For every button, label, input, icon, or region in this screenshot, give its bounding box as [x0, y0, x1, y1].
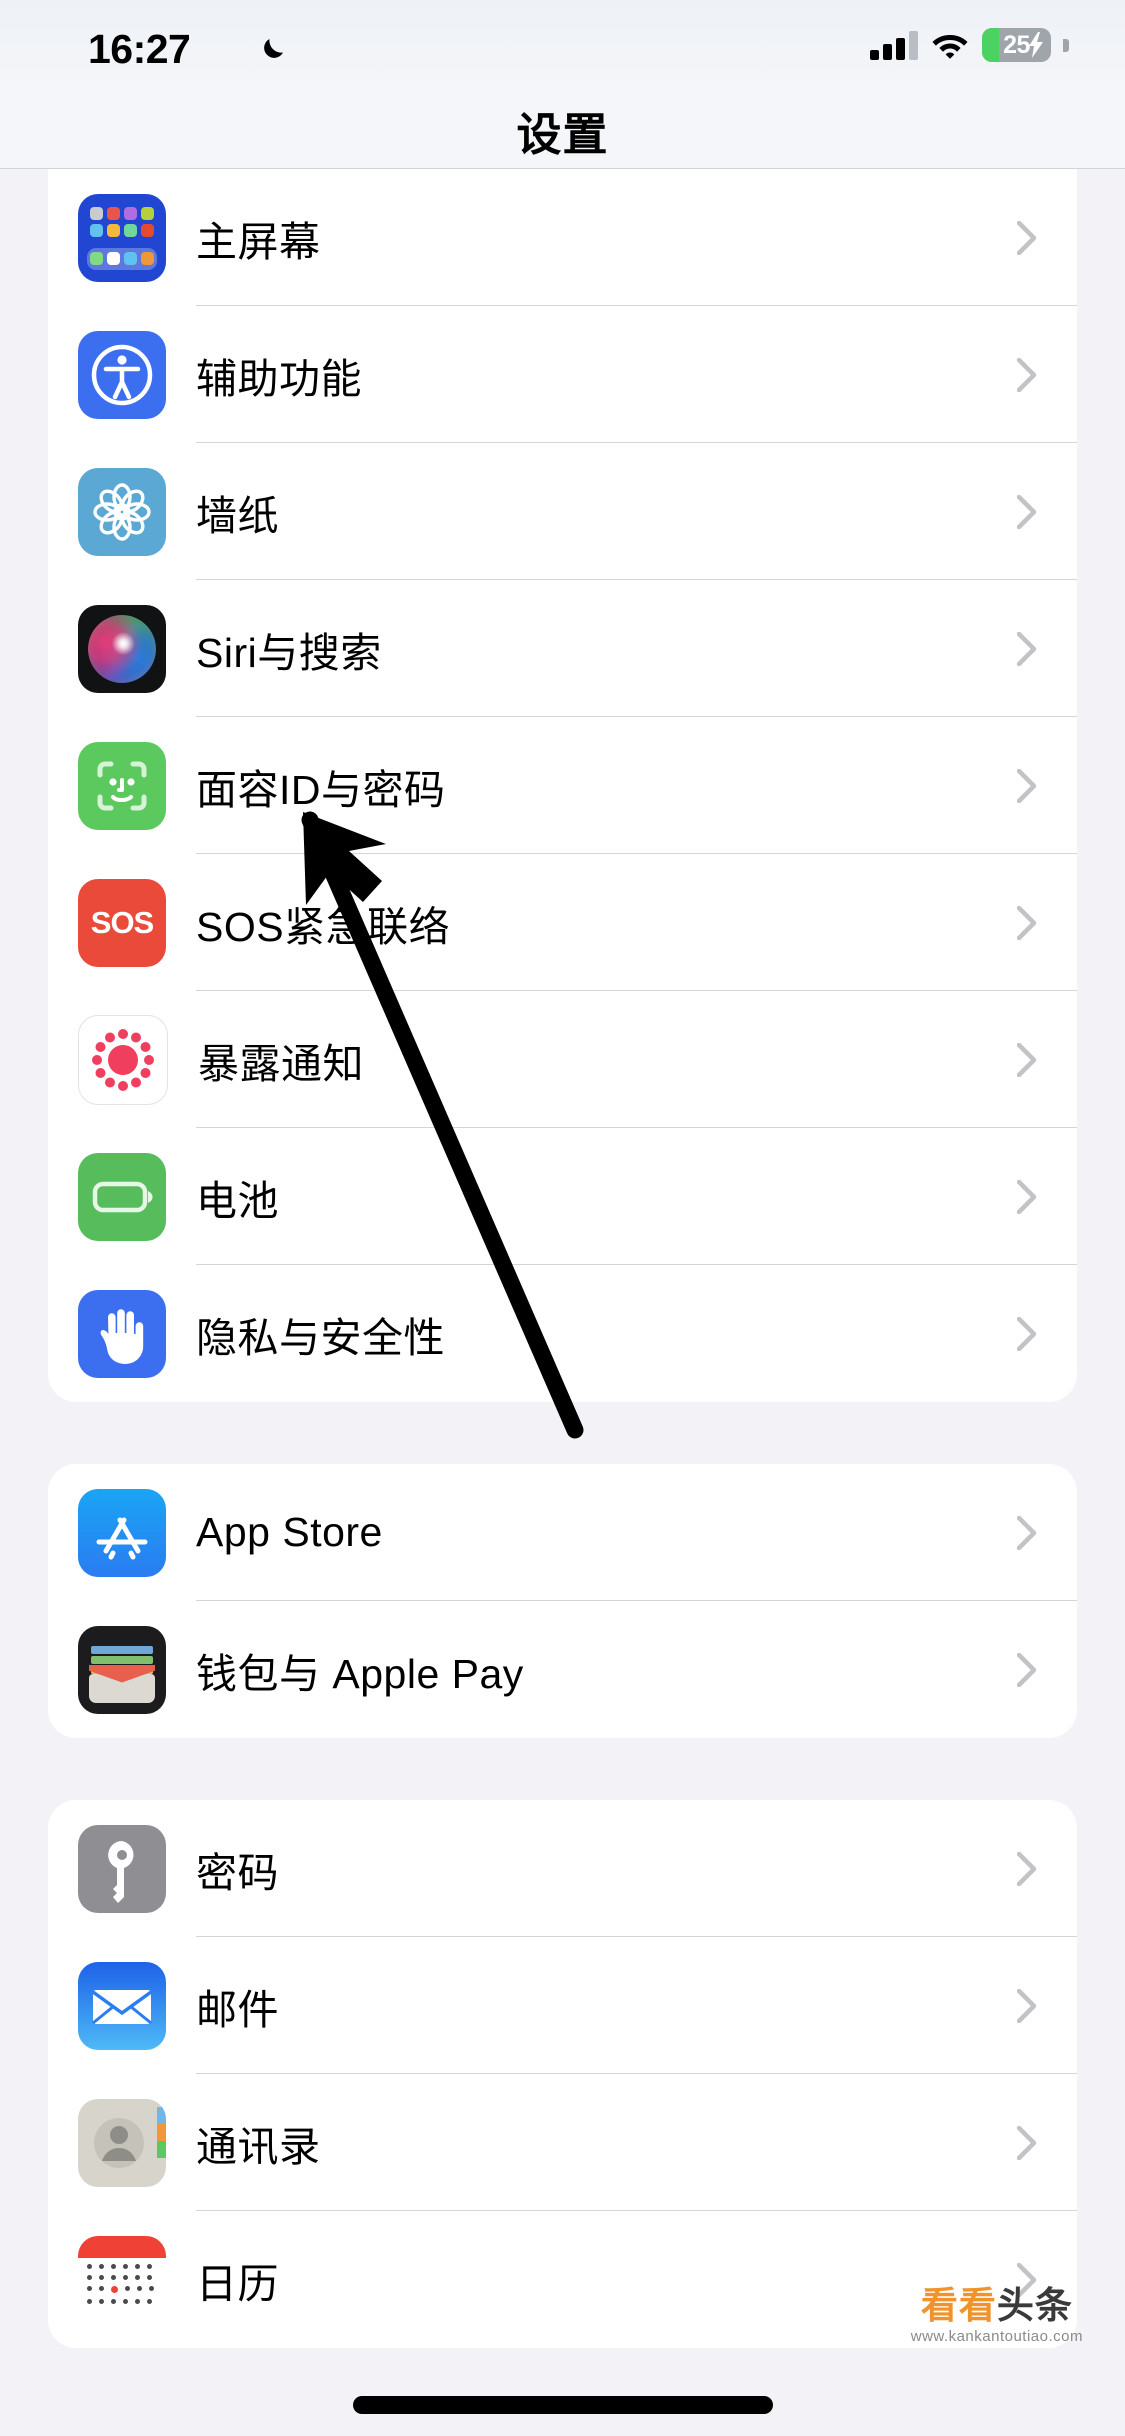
status-bar-time: 16:27: [88, 26, 191, 72]
app-store-icon: [78, 1488, 166, 1577]
settings-group-apps: 密码 邮件 通讯录 日历: [48, 1800, 1077, 2348]
chevron-right-icon: [1017, 1515, 1037, 1550]
chevron-right-icon: [1017, 220, 1037, 255]
settings-row-accessibility[interactable]: 辅助功能: [48, 306, 1077, 443]
battery-icon: [78, 1152, 166, 1241]
siri-icon: [78, 604, 166, 693]
settings-row-exposure-notifications[interactable]: 暴露通知: [48, 991, 1077, 1128]
settings-row-wallet[interactable]: 钱包与 Apple Pay: [48, 1601, 1077, 1738]
chevron-right-icon: [1017, 768, 1037, 803]
settings-row-label: App Store: [196, 1509, 383, 1555]
moon-icon: [264, 39, 283, 58]
wallet-icon: [78, 1625, 166, 1714]
sos-icon: SOS: [78, 878, 166, 967]
settings-row-label: 密码: [196, 1849, 279, 1896]
chevron-right-icon: [1017, 1851, 1037, 1886]
chevron-right-icon: [1017, 357, 1037, 392]
settings-row-mail[interactable]: 邮件: [48, 1937, 1077, 2074]
home-indicator[interactable]: [352, 2396, 773, 2414]
watermark: 看看头条 www.kankantoutiao.com: [911, 2287, 1083, 2344]
settings-row-wallpaper[interactable]: 墙纸: [48, 443, 1077, 580]
battery-indicator: 25: [982, 28, 1051, 62]
settings-group-store: App Store 钱包与 Apple Pay: [48, 1464, 1077, 1738]
watermark-url: www.kankantoutiao.com: [910, 2328, 1083, 2345]
settings-row-label: 通讯录: [196, 2123, 321, 2170]
settings-row-label: 钱包与 Apple Pay: [196, 1650, 524, 1697]
watermark-brand: 看看头条: [911, 2287, 1083, 2324]
accessibility-icon: [78, 330, 166, 419]
status-bar: 16:27 25: [0, 0, 1125, 90]
chevron-right-icon: [1017, 905, 1037, 940]
settings-row-sos[interactable]: SOS SOS紧急联络: [48, 854, 1077, 991]
settings-row-label: 日历: [196, 2260, 279, 2307]
settings-row-label: 主屏幕: [196, 218, 321, 265]
chevron-right-icon: [1017, 1179, 1037, 1214]
battery-cap: [1063, 38, 1069, 52]
settings-row-battery[interactable]: 电池: [48, 1128, 1077, 1265]
settings-row-label: 墙纸: [196, 492, 279, 539]
home-screen-icon: [78, 193, 166, 282]
contacts-icon: [78, 2098, 166, 2187]
calendar-icon: [78, 2235, 166, 2324]
exposure-notifications-icon: [78, 1014, 168, 1105]
privacy-hand-icon: [78, 1289, 166, 1378]
settings-row-home-screen[interactable]: 主屏幕: [48, 169, 1077, 306]
settings-row-label: SOS紧急联络: [196, 903, 451, 950]
settings-row-siri[interactable]: Siri与搜索: [48, 580, 1077, 717]
face-id-icon: [78, 741, 166, 830]
settings-row-label: 隐私与安全性: [196, 1314, 445, 1361]
sos-icon-text: SOS: [90, 904, 154, 940]
key-icon: [78, 1824, 166, 1913]
status-bar-indicators: 25: [870, 28, 1069, 62]
mail-icon: [78, 1961, 166, 2050]
settings-group-system: 主屏幕 辅助功能 墙纸 Siri与搜索 面容ID与密码 SOS SOS紧急联络 …: [48, 169, 1077, 1402]
settings-row-label: 面容ID与密码: [196, 766, 446, 813]
watermark-brand-dark: 头条: [996, 2285, 1073, 2326]
settings-row-face-id[interactable]: 面容ID与密码: [48, 717, 1077, 854]
chevron-right-icon: [1017, 2125, 1037, 2160]
settings-row-contacts[interactable]: 通讯录: [48, 2074, 1077, 2211]
wifi-icon: [932, 35, 968, 59]
settings-row-label: 辅助功能: [196, 355, 362, 402]
settings-row-label: Siri与搜索: [196, 629, 382, 676]
page-title: 设置: [516, 109, 609, 160]
settings-row-app-store[interactable]: App Store: [48, 1464, 1077, 1601]
watermark-brand-orange: 看看: [920, 2285, 997, 2326]
settings-row-label: 暴露通知: [198, 1040, 364, 1087]
settings-row-label: 电池: [196, 1177, 279, 1224]
settings-row-privacy-security[interactable]: 隐私与安全性: [48, 1265, 1077, 1402]
chevron-right-icon: [1017, 1042, 1037, 1077]
charging-bolt-icon: [1029, 32, 1043, 58]
chevron-right-icon: [1017, 494, 1037, 529]
chevron-right-icon: [1017, 1988, 1037, 2023]
wallpaper-icon: [78, 467, 166, 556]
cellular-signal-icon: [870, 30, 918, 60]
chevron-right-icon: [1017, 1652, 1037, 1687]
chevron-right-icon: [1017, 1316, 1037, 1351]
chevron-right-icon: [1017, 631, 1037, 666]
settings-row-label: 邮件: [196, 1986, 279, 2033]
settings-row-passwords[interactable]: 密码: [48, 1800, 1077, 1937]
settings-scroll-view[interactable]: 主屏幕 辅助功能 墙纸 Siri与搜索 面容ID与密码 SOS SOS紧急联络 …: [0, 169, 1125, 2436]
